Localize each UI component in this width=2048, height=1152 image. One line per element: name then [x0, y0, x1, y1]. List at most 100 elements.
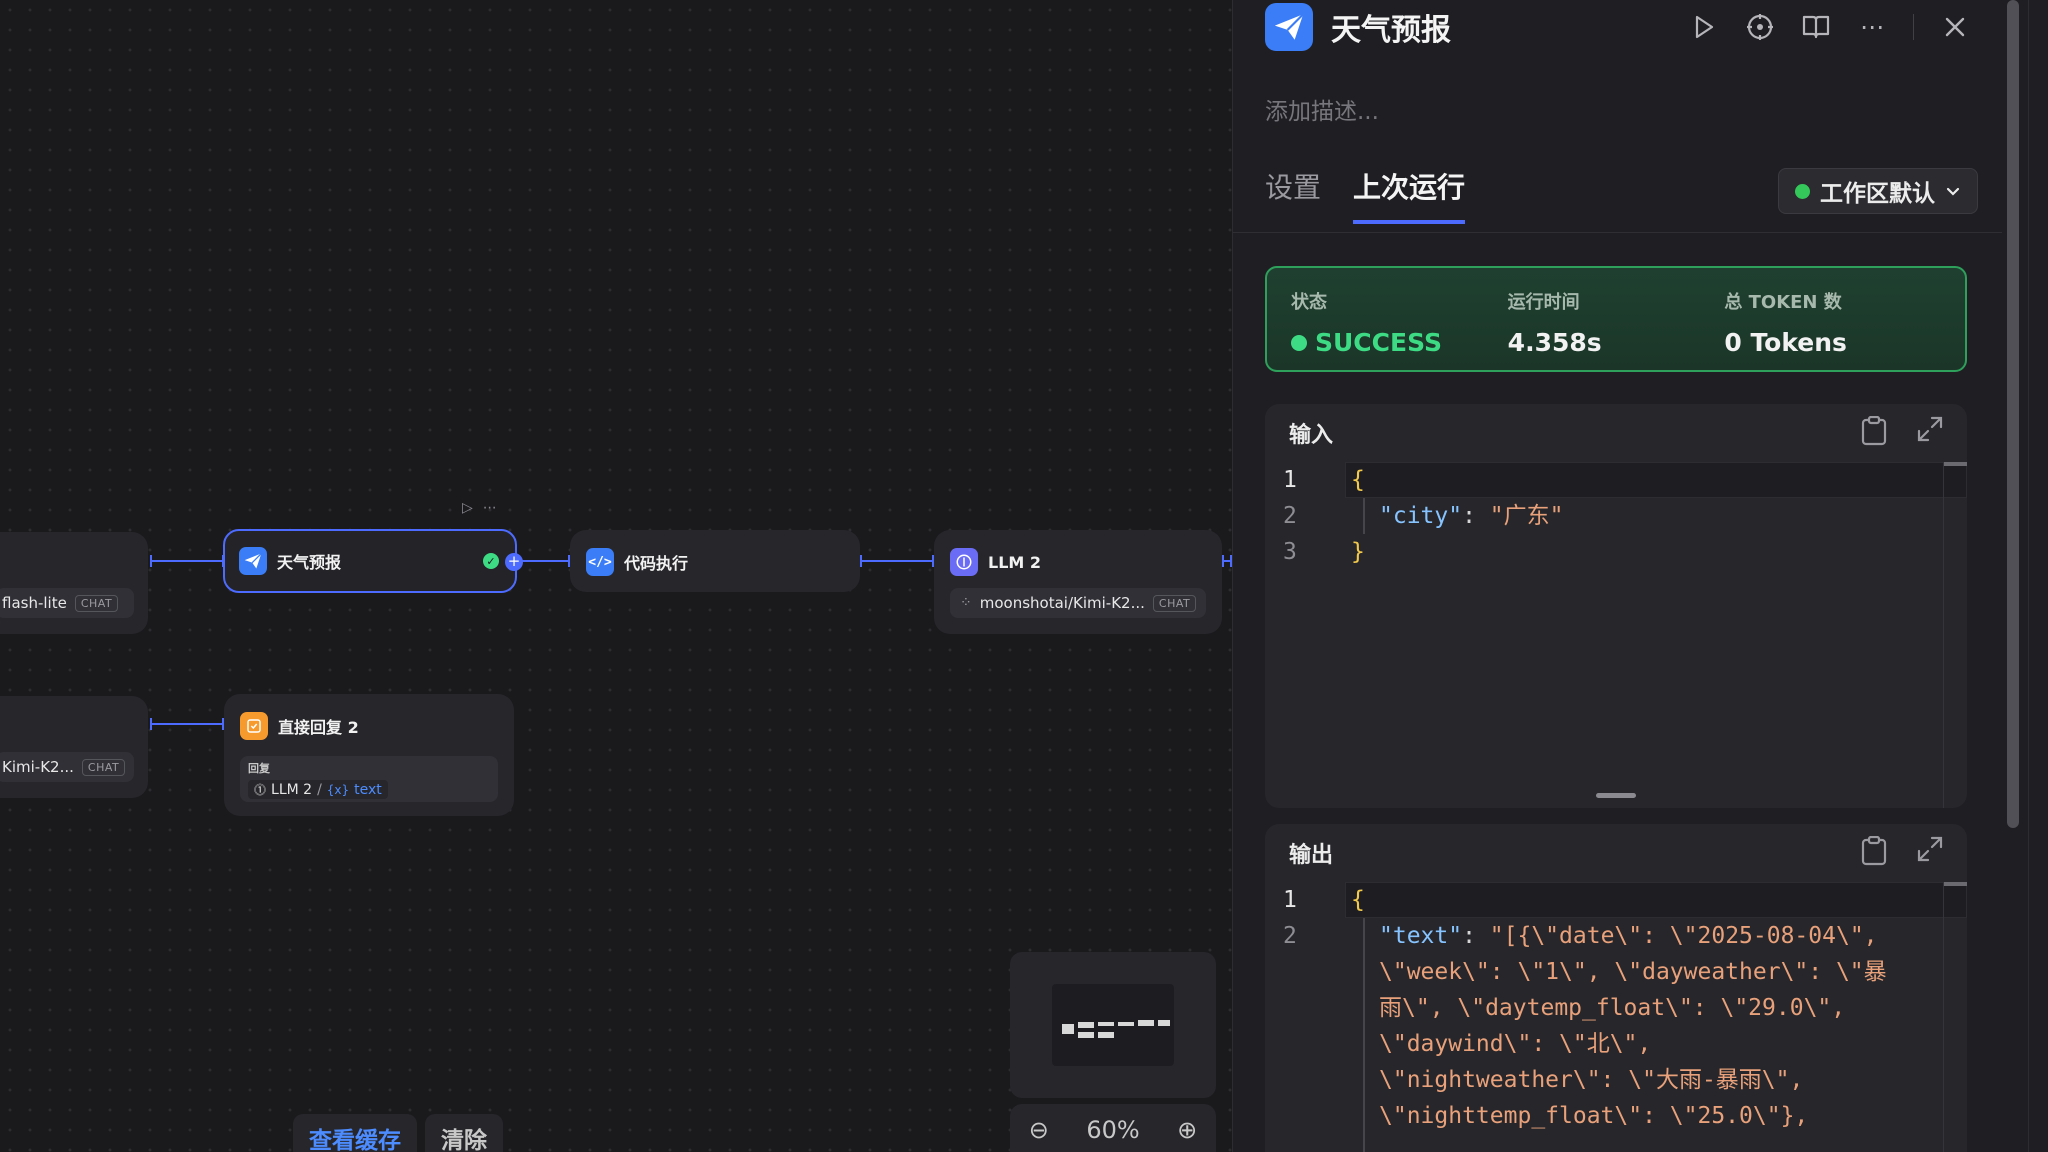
code-panel-header: 输出 — [1265, 824, 1967, 882]
tab-settings[interactable]: 设置 — [1265, 166, 1321, 224]
json-value-line: \"week\": \"1\", \"dayweather\": \"暴 — [1379, 959, 1887, 985]
json-key: "text" — [1379, 923, 1463, 949]
app-root: flash-lite CHAT Kimi-K2... CHAT ▷ ⋯ 天气预报… — [0, 0, 2048, 1152]
code-tools — [1861, 415, 1943, 450]
status-dot — [1795, 183, 1810, 199]
edge — [150, 555, 224, 567]
zoom-level: 60% — [1086, 1116, 1140, 1144]
zoom-in-icon[interactable]: ⊕ — [1177, 1116, 1197, 1144]
stat-status: 状态 SUCCESS — [1291, 288, 1508, 357]
node-reply2[interactable]: 直接回复 2 回复 ⓵ LLM 2 / {x} text — [224, 694, 514, 816]
node-llm2[interactable]: LLM 2 ⁘ moonshotai/Kimi-K2... CHAT — [934, 530, 1222, 634]
line-number: 1 — [1283, 887, 1297, 913]
edge — [150, 718, 224, 730]
ref-separator: / — [317, 781, 322, 798]
code-tools — [1861, 835, 1943, 870]
stat-runtime: 运行时间 4.358s — [1507, 288, 1725, 357]
status-value: SUCCESS — [1315, 328, 1442, 357]
stat-label: 总 TOKEN 数 — [1724, 292, 1842, 313]
node-header: 天气预报 — [239, 547, 341, 575]
workflow-canvas[interactable]: flash-lite CHAT Kimi-K2... CHAT ▷ ⋯ 天气预报… — [0, 0, 1232, 1152]
node-llm-partial-top[interactable]: flash-lite CHAT — [0, 532, 148, 634]
chevron-down-icon — [1946, 187, 1960, 196]
model-name: flash-lite — [2, 594, 67, 612]
window-edge — [2028, 0, 2029, 1152]
node-code-exec[interactable]: </> 代码执行 — [570, 530, 860, 592]
minimap-nodes — [1062, 1020, 1170, 1038]
workspace-select[interactable]: 工作区默认 — [1778, 168, 1978, 214]
node-weather[interactable]: 天气预报 ✓ + — [223, 529, 523, 593]
stat-value: 4.358s — [1507, 328, 1602, 357]
resize-handle[interactable] — [1596, 793, 1636, 798]
node-llm-partial-bottom[interactable]: Kimi-K2... CHAT — [0, 696, 148, 798]
close-icon[interactable] — [1940, 12, 1970, 42]
variable-icon: {x} — [326, 782, 350, 797]
input-panel: 输入 1 2 3 {"city": "广东"} — [1265, 404, 1967, 808]
line-number: 3 — [1283, 539, 1297, 565]
clear-cache-button[interactable]: 清除 — [425, 1114, 503, 1152]
run-icon[interactable] — [1689, 12, 1719, 42]
json-value-line: \"nighttemp_float\": \"25.0\"}, — [1379, 1103, 1809, 1129]
node-title: 直接回复 2 — [278, 718, 359, 737]
stat-label: 运行时间 — [1507, 292, 1580, 313]
json-value: "广东" — [1489, 503, 1564, 529]
expand-icon[interactable] — [1917, 836, 1943, 870]
more-icon[interactable]: ⋯ — [483, 500, 497, 516]
output-panel: 输出 1 2 { "text": "[{\"date\": \"2025-08-… — [1265, 824, 1967, 1152]
zoom-out-icon[interactable]: ⊖ — [1029, 1116, 1049, 1144]
code-panel-header: 输入 — [1265, 404, 1967, 462]
json-value-line: \"daywind\": \"北\", — [1379, 1031, 1652, 1057]
node-title: 天气预报 — [277, 553, 342, 572]
reply-section-label: 回复 — [248, 762, 270, 775]
node-header: </> 代码执行 — [586, 548, 688, 576]
code-panel-title: 输入 — [1289, 423, 1334, 448]
locate-icon[interactable] — [1745, 12, 1775, 42]
editor-scrollbar[interactable] — [1943, 882, 1967, 1152]
model-pill: flash-lite CHAT — [0, 588, 134, 618]
reply-ref-box: 回复 ⓵ LLM 2 / {x} text — [240, 756, 498, 802]
add-node-handle-icon[interactable]: + — [505, 553, 523, 571]
reply-icon — [240, 712, 268, 740]
editor-scrollbar[interactable] — [1943, 462, 1967, 808]
panel-title[interactable]: 天气预报 — [1331, 5, 1451, 49]
code-content: { "city": "广东" } — [1351, 462, 1937, 570]
view-cache-button[interactable]: 查看缓存 — [293, 1114, 417, 1152]
tab-last-run[interactable]: 上次运行 — [1353, 166, 1466, 224]
ref-node-name: LLM 2 — [271, 781, 313, 798]
model-pill: ⁘ moonshotai/Kimi-K2... CHAT — [950, 588, 1206, 618]
line-numbers: 1 2 3 — [1265, 462, 1345, 570]
var-ref-chip[interactable]: ⓵ LLM 2 / {x} text — [248, 780, 388, 799]
model-name: moonshotai/Kimi-K2... — [979, 594, 1145, 612]
book-icon[interactable] — [1801, 12, 1831, 42]
code-brace: } — [1351, 539, 1365, 565]
expand-icon[interactable] — [1917, 416, 1943, 450]
model-provider-icon: ⁘ — [960, 595, 972, 611]
edge — [1222, 555, 1232, 567]
json-key: "city" — [1379, 503, 1463, 529]
code-content: { "text": "[{\"date\": \"2025-08-04\", \… — [1351, 882, 1937, 1134]
model-pill: Kimi-K2... CHAT — [0, 752, 134, 782]
chat-tag: CHAT — [74, 594, 119, 612]
node-toolbar: ▷ ⋯ — [462, 500, 497, 516]
node-header: 直接回复 2 — [240, 712, 359, 740]
llm-icon: ⓵ — [254, 783, 267, 797]
success-check-icon: ✓ — [483, 553, 499, 569]
code-editor[interactable]: 1 2 3 { "city": "广东" } — [1265, 462, 1967, 808]
run-node-icon[interactable]: ▷ — [462, 500, 473, 516]
stat-value: SUCCESS — [1291, 328, 1508, 357]
description-input[interactable]: 添加描述... — [1265, 92, 1379, 126]
panel-scrollbar-thumb[interactable] — [2007, 0, 2019, 828]
more-icon[interactable]: ⋯ — [1857, 12, 1887, 42]
tabs-divider — [1233, 232, 2002, 233]
model-name: Kimi-K2... — [2, 758, 74, 776]
paper-plane-icon — [1265, 3, 1313, 51]
code-panel-title: 输出 — [1289, 843, 1334, 868]
code-editor[interactable]: 1 2 { "text": "[{\"date\": \"2025-08-04\… — [1265, 882, 1967, 1152]
minimap-viewport[interactable] — [1052, 984, 1174, 1066]
edge — [860, 555, 934, 567]
ref-var-name: text — [354, 781, 382, 798]
minimap[interactable] — [1010, 952, 1216, 1098]
clipboard-icon[interactable] — [1861, 835, 1887, 870]
paper-plane-icon — [239, 547, 267, 575]
clipboard-icon[interactable] — [1861, 415, 1887, 450]
